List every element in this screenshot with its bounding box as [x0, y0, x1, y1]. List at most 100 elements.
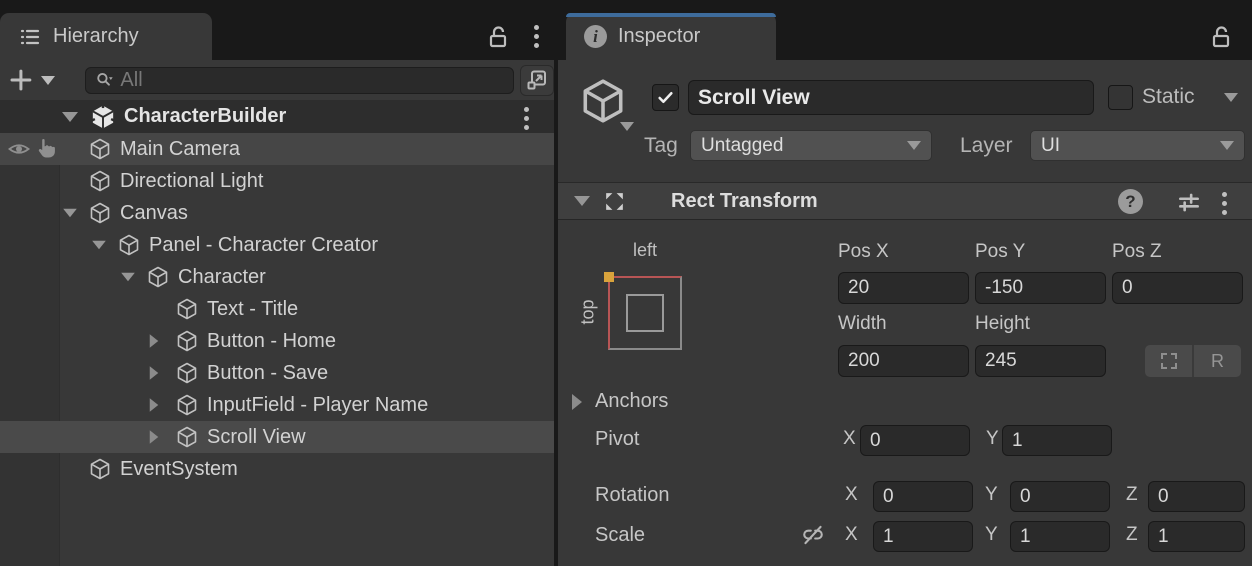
hierarchy-tabstrip: Hierarchy: [0, 0, 554, 60]
hierarchy-item-label: Canvas: [120, 202, 188, 225]
hierarchy-item-label: Directional Light: [120, 170, 263, 193]
active-checkbox[interactable]: [652, 84, 679, 111]
raw-edit-mode-button[interactable]: R: [1194, 345, 1241, 377]
scene-name: CharacterBuilder: [124, 105, 286, 128]
gameobject-cube-icon[interactable]: [578, 76, 628, 126]
rect-transform-header[interactable]: Rect Transform ?: [558, 182, 1252, 220]
foldout-collapsed-icon[interactable]: [150, 366, 159, 380]
scene-menu-icon[interactable]: [524, 107, 529, 130]
rotation-y-field[interactable]: [1010, 481, 1110, 512]
hierarchy-item-eventsystem[interactable]: EventSystem: [0, 453, 554, 485]
edit-mode-buttons: R: [1145, 345, 1241, 377]
check-icon: [657, 89, 674, 106]
layer-caret-icon: [1220, 141, 1234, 150]
rotation-x-axis-label: X: [845, 484, 858, 506]
foldout-collapsed-icon[interactable]: [150, 398, 159, 412]
gameobject-icon: [175, 393, 199, 417]
rotation-z-field[interactable]: [1148, 481, 1245, 512]
gameobject-icon-caret[interactable]: [620, 122, 634, 131]
hierarchy-item-label: Main Camera: [120, 138, 240, 161]
popout-icon: [525, 68, 549, 92]
tag-value: Untagged: [701, 135, 783, 157]
rotation-x-field[interactable]: [873, 481, 973, 512]
hierarchy-item-label: Panel - Character Creator: [149, 234, 378, 257]
blueprint-mode-button[interactable]: [1145, 345, 1194, 377]
foldout-expanded-icon[interactable]: [63, 209, 77, 218]
anchor-vertical-label: top: [578, 299, 599, 324]
hierarchy-item-main-camera[interactable]: Main Camera: [0, 133, 554, 165]
width-field[interactable]: [838, 345, 969, 377]
unlinked-scale-icon[interactable]: [800, 522, 826, 548]
tag-dropdown[interactable]: Untagged: [690, 130, 932, 161]
hierarchy-item-text-title[interactable]: Text - Title: [0, 293, 554, 325]
hierarchy-panel: Hierarchy: [0, 0, 554, 566]
tag-label: Tag: [644, 134, 678, 158]
visibility-eye-icon[interactable]: [6, 137, 32, 161]
hierarchy-item-directional-light[interactable]: Directional Light: [0, 165, 554, 197]
search-popout-button[interactable]: [520, 65, 554, 96]
inspector-menu-icon[interactable]: [1245, 25, 1252, 53]
height-label: Height: [975, 313, 1030, 335]
unity-logo-icon: [90, 104, 116, 130]
add-object-icon[interactable]: [9, 68, 33, 92]
gameobject-name-field[interactable]: [688, 80, 1094, 115]
tab-inspector[interactable]: i Inspector: [566, 13, 776, 60]
foldout-collapsed-icon[interactable]: [150, 334, 159, 348]
gameobject-icon: [88, 137, 112, 161]
hierarchy-search[interactable]: [85, 67, 514, 94]
scale-z-field[interactable]: [1148, 521, 1245, 552]
anchor-pivot-dot: [604, 272, 614, 282]
foldout-expanded-icon[interactable]: [92, 241, 106, 250]
static-caret-icon[interactable]: [1224, 93, 1238, 102]
tag-caret-icon: [907, 141, 921, 150]
hierarchy-item-label: Scroll View: [207, 426, 306, 449]
rect-transform-menu-icon[interactable]: [1222, 192, 1227, 215]
layer-dropdown[interactable]: UI: [1030, 130, 1245, 161]
gameobject-icon: [175, 297, 199, 321]
pos-x-field[interactable]: [838, 272, 969, 304]
gameobject-icon: [175, 329, 199, 353]
pos-y-field[interactable]: [975, 272, 1106, 304]
rotation-y-axis-label: Y: [985, 484, 998, 506]
pos-z-field[interactable]: [1112, 272, 1243, 304]
anchor-preset-widget[interactable]: [608, 276, 682, 350]
add-object-caret-icon[interactable]: [41, 76, 55, 85]
hierarchy-item-canvas[interactable]: Canvas: [0, 197, 554, 229]
hierarchy-item-panel-character-creator[interactable]: Panel - Character Creator: [0, 229, 554, 261]
picking-hand-icon[interactable]: [33, 137, 57, 161]
hierarchy-item-label: Button - Home: [207, 330, 336, 353]
rect-transform-icon: [602, 189, 627, 214]
search-input[interactable]: [120, 69, 505, 92]
hierarchy-menu-icon[interactable]: [523, 25, 549, 53]
rotation-label: Rotation: [595, 484, 670, 507]
hierarchy-item-inputfield-player-name[interactable]: InputField - Player Name: [0, 389, 554, 421]
search-icon[interactable]: [94, 69, 115, 91]
foldout-expanded-icon[interactable]: [121, 273, 135, 282]
foldout-collapsed-icon[interactable]: [150, 430, 159, 444]
tab-inspector-label: Inspector: [618, 25, 700, 48]
scale-x-field[interactable]: [873, 521, 973, 552]
pivot-x-axis-label: X: [843, 428, 856, 450]
hierarchy-rows: Main Camera Directional Light Canvas Panel …: [0, 133, 554, 485]
info-icon: i: [584, 25, 607, 48]
unlock-icon[interactable]: [485, 23, 511, 51]
gameobject-icon: [175, 361, 199, 385]
hierarchy-item-button-home[interactable]: Button - Home: [0, 325, 554, 357]
inspector-unlock-icon[interactable]: [1208, 23, 1234, 51]
height-field[interactable]: [975, 345, 1106, 377]
scene-foldout-icon[interactable]: [62, 112, 78, 122]
scale-y-field[interactable]: [1010, 521, 1110, 552]
hierarchy-item-character[interactable]: Character: [0, 261, 554, 293]
help-icon[interactable]: ?: [1118, 189, 1143, 214]
presets-icon[interactable]: [1176, 189, 1202, 215]
pivot-y-field[interactable]: [1002, 425, 1112, 456]
static-label: Static: [1142, 85, 1195, 109]
anchors-foldout-icon[interactable]: [572, 394, 582, 410]
pivot-x-field[interactable]: [860, 425, 970, 456]
rect-transform-foldout-icon[interactable]: [574, 196, 590, 206]
hierarchy-item-scroll-view[interactable]: Scroll View: [0, 421, 554, 453]
scene-header-row[interactable]: CharacterBuilder: [0, 100, 554, 133]
tab-hierarchy[interactable]: Hierarchy: [0, 13, 212, 60]
hierarchy-item-button-save[interactable]: Button - Save: [0, 357, 554, 389]
static-checkbox[interactable]: [1108, 85, 1133, 110]
